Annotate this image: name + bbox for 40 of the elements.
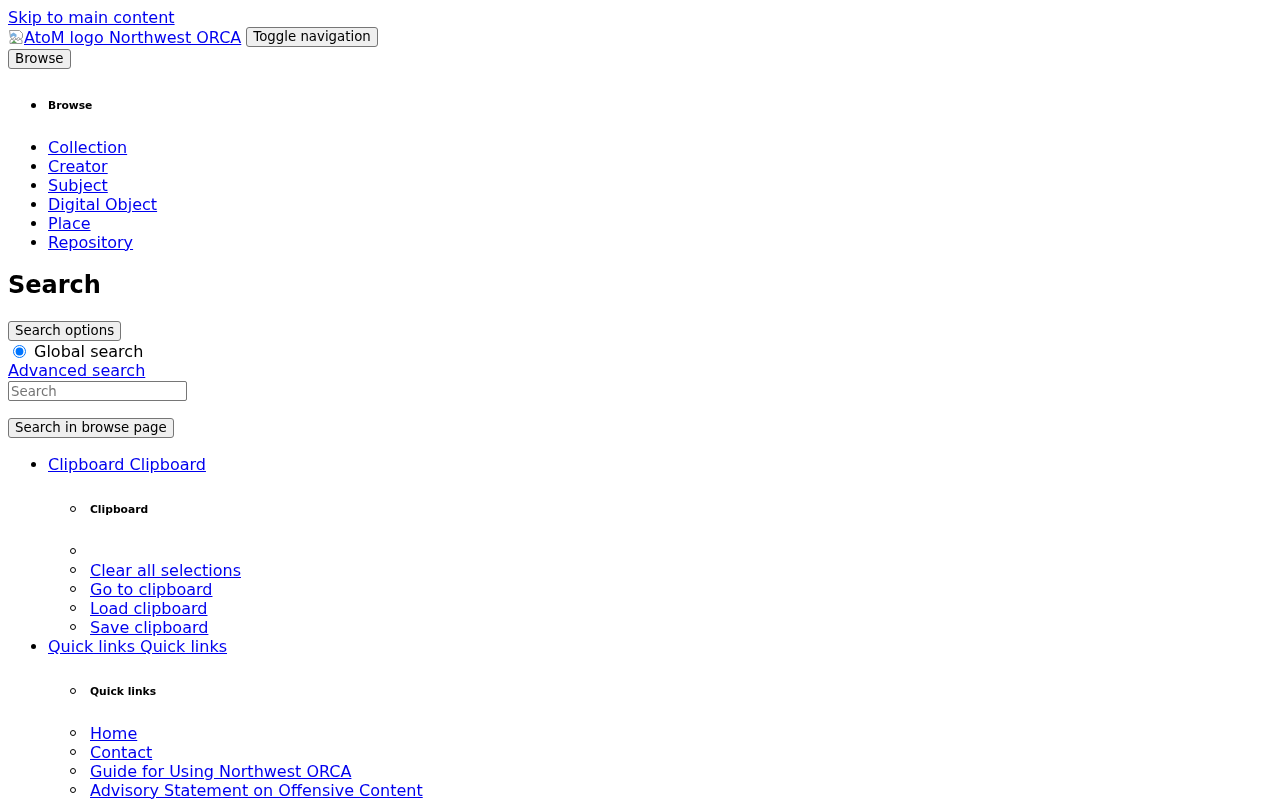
menu-heading: Quick links [90, 684, 157, 698]
search-heading: Search [8, 271, 101, 299]
menu-link[interactable]: Quick links Quick links [48, 636, 227, 656]
menu-item-link[interactable]: Advisory Statement on Offensive Content [90, 780, 423, 800]
nav-link[interactable]: Repository [48, 232, 134, 252]
radio-button[interactable] [13, 345, 26, 358]
nav-link[interactable]: Place [48, 213, 91, 233]
menu-heading: Clipboard [90, 502, 149, 516]
disc-bullet-icon [30, 220, 36, 226]
browse-button[interactable]: Browse [8, 49, 71, 69]
disc-bullet-icon [30, 102, 36, 108]
nav-link[interactable]: Collection [48, 137, 128, 157]
disc-bullet-icon [30, 643, 36, 649]
skip-link[interactable]: Skip to main content [8, 8, 175, 27]
search-field[interactable]: Search [8, 381, 187, 401]
menu-item-link[interactable]: Clear all selections [90, 560, 241, 580]
disc-bullet-icon [30, 201, 36, 207]
menu-item-link[interactable]: Guide for Using Northwest ORCA [90, 761, 352, 781]
menu-item-link[interactable]: Contact [90, 742, 153, 762]
menu-item-link[interactable]: Go to clipboard [90, 579, 213, 599]
logo-link[interactable]: AtoM logo Northwest ORCA [8, 27, 242, 47]
toggle-navigation-button[interactable]: Toggle navigation [246, 27, 378, 47]
menu-item-link[interactable]: Home [90, 723, 138, 743]
radio-label: Global search [34, 342, 144, 361]
advanced-search-link[interactable]: Advanced search [8, 361, 146, 380]
search-submit-button[interactable]: Search in browse page [8, 418, 174, 438]
disc-bullet-icon [30, 239, 36, 245]
nav-link[interactable]: Subject [48, 175, 108, 195]
menu-link[interactable]: Clipboard Clipboard [48, 454, 206, 474]
disc-bullet-icon [30, 163, 36, 169]
nav-link[interactable]: Creator [48, 156, 108, 176]
disc-bullet-icon [30, 461, 36, 467]
nav-link[interactable]: Digital Object [48, 194, 158, 214]
search-options-button[interactable]: Search options [8, 321, 122, 341]
disc-bullet-icon [30, 144, 36, 150]
menu-item-link[interactable]: Load clipboard [90, 598, 208, 618]
disc-bullet-icon [30, 182, 36, 188]
broken-image-icon [8, 28, 24, 45]
menu-heading: Browse [48, 98, 93, 112]
menu-item-link[interactable]: Save clipboard [90, 617, 209, 637]
